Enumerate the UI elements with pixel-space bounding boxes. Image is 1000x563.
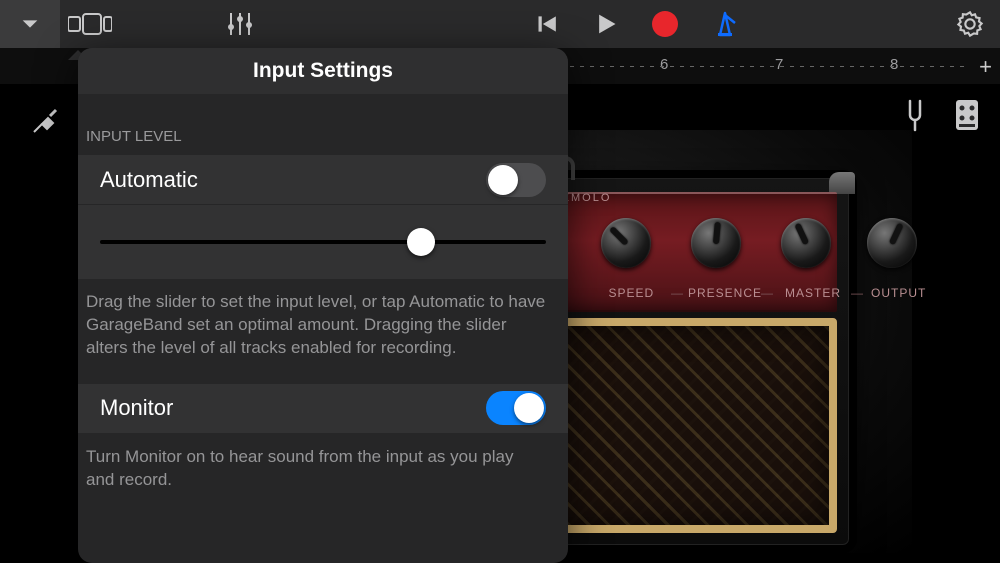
monitor-help-text: Turn Monitor on to hear sound from the i… xyxy=(78,434,568,516)
stompbox-icon xyxy=(954,98,980,132)
rewind-icon xyxy=(532,11,558,37)
stompbox-button[interactable] xyxy=(954,98,980,137)
amp-knob-label: SPEED xyxy=(609,286,655,300)
input-plug-button[interactable] xyxy=(30,102,64,141)
amp-knob-separator: — xyxy=(851,286,863,300)
automatic-row: Automatic xyxy=(78,155,568,205)
record-icon xyxy=(652,11,678,37)
tuning-fork-icon xyxy=(900,98,930,132)
monitor-row: Monitor xyxy=(78,384,568,434)
amp-corner xyxy=(829,172,855,194)
automatic-toggle[interactable] xyxy=(486,163,546,197)
main-toolbar xyxy=(0,0,1000,48)
metronome-icon xyxy=(710,9,740,39)
input-level-help-text: Drag the slider to set the input level, … xyxy=(78,279,568,384)
chevron-down-icon xyxy=(19,13,41,35)
input-settings-popover: Input Settings INPUT LEVEL Automatic Dra… xyxy=(78,48,568,563)
mixer-button[interactable] xyxy=(210,0,270,48)
metronome-button[interactable] xyxy=(695,0,755,48)
input-level-slider-row xyxy=(78,205,568,279)
ruler-mark: 6 xyxy=(660,56,668,73)
guitar-plug-icon xyxy=(30,102,64,136)
monitor-toggle[interactable] xyxy=(486,391,546,425)
record-button[interactable] xyxy=(635,0,695,48)
fx-button[interactable] xyxy=(120,0,210,48)
rewind-button[interactable] xyxy=(515,0,575,48)
monitor-label: Monitor xyxy=(100,395,173,421)
ruler-mark: 7 xyxy=(775,56,783,73)
automatic-label: Automatic xyxy=(100,167,198,193)
amp-knob-separator: — xyxy=(761,286,773,300)
play-icon xyxy=(591,10,619,38)
play-button[interactable] xyxy=(575,0,635,48)
settings-button[interactable] xyxy=(956,10,984,43)
amp-knob-output[interactable] xyxy=(867,218,917,268)
add-section-button[interactable]: + xyxy=(979,54,992,80)
popover-title: Input Settings xyxy=(78,48,568,94)
ruler-ticks xyxy=(570,66,970,67)
input-level-slider[interactable] xyxy=(100,240,546,244)
amp-knob-speed[interactable] xyxy=(601,218,651,268)
section-header-input-level: INPUT LEVEL xyxy=(78,94,568,155)
amp-knob-label: MASTER xyxy=(785,286,841,300)
amp-knob-separator: — xyxy=(671,286,683,300)
amp-knob-presence[interactable] xyxy=(691,218,741,268)
gear-icon xyxy=(956,10,984,38)
slider-thumb[interactable] xyxy=(407,228,435,256)
tracks-icon xyxy=(68,12,112,36)
nav-dropdown-button[interactable] xyxy=(0,0,60,48)
amp-knob-label: PRESENCE xyxy=(688,286,762,300)
mixer-icon xyxy=(226,11,254,37)
amp-knob-master[interactable] xyxy=(781,218,831,268)
amp-knob-label: OUTPUT xyxy=(871,286,926,300)
ruler-mark: 8 xyxy=(890,56,898,73)
